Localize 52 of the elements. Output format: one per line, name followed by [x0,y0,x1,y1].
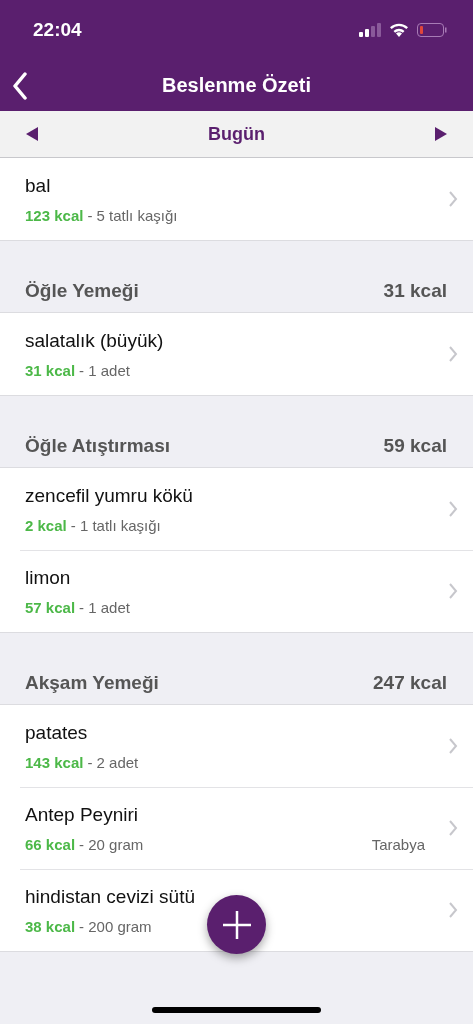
wifi-icon [389,23,409,37]
food-item[interactable]: hindistan cevizi sütü 38 kcal - 200 gram [0,869,473,951]
calorie-label: 123 kcal [25,206,84,224]
calorie-label: 57 kcal [25,598,76,616]
portion-label: - 5 tatlı kaşığı [87,206,178,224]
portion-label: - 200 gram [79,917,152,935]
plus-icon [221,909,252,940]
portion-label: - 1 adet [79,361,130,379]
calorie-label: 31 kcal [25,361,76,379]
chevron-icon [448,820,458,836]
battery-icon [417,23,447,37]
food-name: bal [25,174,52,197]
calorie-label: 143 kcal [25,753,84,771]
meal-total: 247 kcal [373,672,447,694]
food-name: limon [25,566,72,589]
portion-label: - 1 adet [79,598,130,616]
right-triangle-icon [435,127,447,141]
chevron-icon [448,501,458,517]
chevron-icon [448,583,458,599]
calorie-label: 66 kcal [25,835,76,853]
chevron-icon [448,738,458,754]
food-item[interactable]: limon 57 kcal - 1 adet [0,550,473,632]
back-icon [12,72,28,100]
food-name: zencefil yumru kökü [25,484,194,507]
calorie-label: 38 kcal [25,917,76,935]
food-item[interactable]: bal 123 kcal - 5 tatlı kaşığı [0,158,473,240]
chevron-icon [448,191,458,207]
calorie-label: 2 kcal [25,516,67,534]
meal-total: 59 kcal [383,435,447,457]
portion-label: - 20 gram [79,835,144,853]
food-item[interactable]: zencefil yumru kökü 2 kcal - 1 tatlı kaşığı [0,468,473,550]
meal-title: Akşam Yemeği [25,672,159,694]
food-item[interactable]: Antep Peyniri 66 kcal - 20 gram Tarabya [0,787,473,869]
screen-title: Beslenme Özeti [162,74,311,97]
left-triangle-icon [26,127,38,141]
status-time: 22:04 [33,19,82,41]
portion-label: - 2 adet [87,753,139,771]
portion-label: - 1 tatlı kaşığı [70,516,161,534]
meal-title: Öğle Atıştırması [25,435,170,457]
brand-label: Tarabya [371,835,425,853]
chevron-icon [448,902,458,918]
meal-title: Öğle Yemeği [25,280,139,302]
signal-icon [359,23,381,37]
chevron-icon [448,346,458,362]
food-name: Antep Peyniri [25,803,139,826]
meal-total: 31 kcal [383,280,447,302]
food-name: patates [25,721,89,744]
date-label: Bugün [208,123,265,145]
food-item[interactable]: patates 143 kcal - 2 adet [0,705,473,787]
food-name: hindistan cevizi sütü [25,885,197,908]
food-name: salatalık (büyük) [25,329,165,352]
food-item[interactable]: salatalık (büyük) 31 kcal - 1 adet [0,313,473,395]
